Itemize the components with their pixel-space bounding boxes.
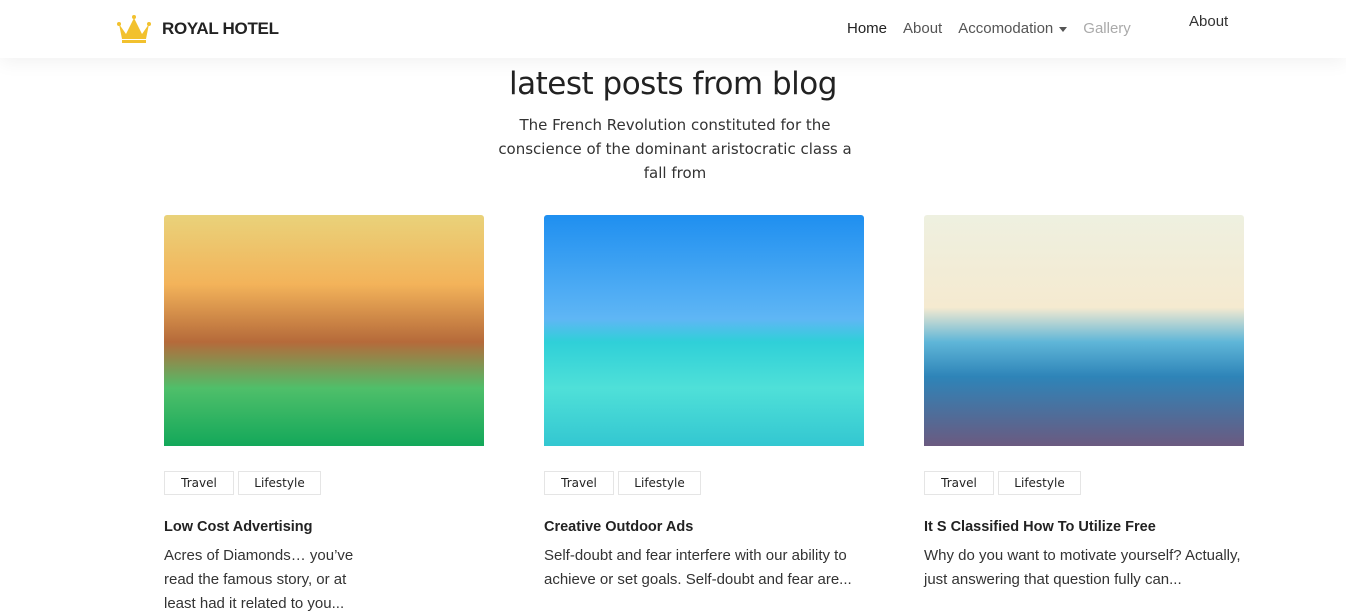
blog-card: Travel Lifestyle It S Classified How To U…	[924, 215, 1244, 592]
nav-accomodation-label: Accomodation	[958, 20, 1054, 37]
post-title[interactable]: Creative Outdoor Ads	[544, 519, 864, 535]
tag-travel[interactable]: Travel	[544, 471, 614, 495]
nav-about[interactable]: About	[903, 20, 942, 37]
nav-home[interactable]: Home	[847, 20, 887, 37]
tag-lifestyle[interactable]: Lifestyle	[238, 471, 321, 495]
nav-about-extra[interactable]: About	[1189, 13, 1228, 30]
blog-card: Travel Lifestyle Low Cost Advertising Acr…	[164, 215, 484, 616]
crown-icon	[117, 15, 151, 43]
caret-down-icon	[1059, 26, 1068, 32]
tag-lifestyle[interactable]: Lifestyle	[618, 471, 701, 495]
nav-accomodation-dropdown[interactable]: Accomodation	[958, 20, 1068, 37]
brand-logo[interactable]: ROYAL HOTEL	[116, 14, 279, 44]
tag-travel[interactable]: Travel	[164, 471, 234, 495]
post-image[interactable]	[544, 215, 864, 446]
post-title[interactable]: It S Classified How To Utilize Free	[924, 519, 1244, 535]
post-excerpt: Self-doubt and fear interfere with our a…	[544, 547, 852, 588]
tag-travel[interactable]: Travel	[924, 471, 994, 495]
nav-gallery[interactable]: Gallery	[1083, 20, 1131, 37]
blog-card: Travel Lifestyle Creative Outdoor Ads Sel…	[544, 215, 864, 592]
brand-name: ROYAL HOTEL	[162, 19, 279, 38]
section-subtitle: The French Revolution constituted for th…	[498, 116, 852, 182]
post-image[interactable]	[164, 215, 484, 446]
post-excerpt: Why do you want to motivate yourself? Ac…	[924, 547, 1241, 588]
section-title: latest posts from blog	[509, 66, 837, 102]
post-image[interactable]	[924, 215, 1244, 446]
post-title[interactable]: Low Cost Advertising	[164, 519, 484, 535]
post-excerpt: Acres of Diamonds… you’ve read the famou…	[164, 547, 354, 612]
tag-lifestyle[interactable]: Lifestyle	[998, 471, 1081, 495]
navbar: ROYAL HOTEL Home About Accomodation Gall…	[0, 0, 1346, 58]
